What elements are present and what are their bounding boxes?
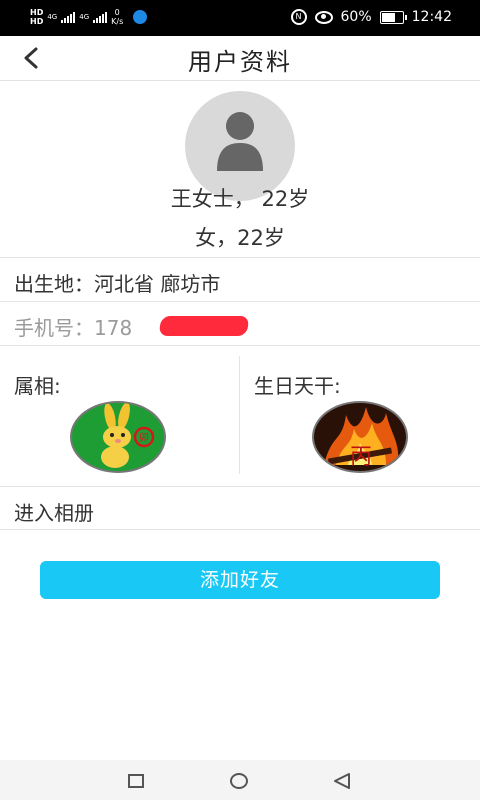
nav-back-icon[interactable]	[333, 772, 351, 790]
net-type-2: 4G	[79, 13, 90, 21]
heavenly-stem-char: 丙	[350, 445, 373, 470]
signal-bars-icon	[61, 11, 76, 23]
battery-percent: 60%	[340, 9, 372, 25]
vertical-divider	[239, 356, 240, 474]
app-notification-icon	[133, 10, 148, 24]
system-nav-bar	[0, 760, 480, 800]
divider	[0, 486, 480, 487]
heavenly-stem-fire-image: 丙	[312, 401, 408, 473]
zodiac-label: 属相:	[14, 374, 61, 398]
net-type-1: 4G	[47, 13, 58, 21]
nfc-icon: N	[290, 9, 307, 25]
clock: 12:42	[411, 9, 452, 25]
net-speed: 0 K/s	[111, 8, 124, 26]
phone-label: 手机号：	[14, 316, 94, 340]
divider	[0, 345, 480, 346]
signal-bars-icon-2	[93, 11, 108, 23]
eye-comfort-icon	[314, 10, 333, 24]
divider	[0, 301, 480, 302]
divider	[0, 257, 480, 258]
open-album-link[interactable]: 进入相册	[14, 497, 94, 526]
status-left: HD HD 4G 4G 0 K/s	[30, 8, 148, 26]
add-friend-button[interactable]: 添加好友	[40, 561, 440, 599]
user-silhouette-icon	[217, 112, 263, 171]
heavenly-stem-label: 生日天干:	[254, 374, 341, 398]
phone-redaction	[158, 316, 250, 336]
status-bar: HD HD 4G 4G 0 K/s N 60% 12:42	[0, 0, 480, 36]
recent-apps-icon[interactable]	[128, 774, 144, 788]
battery-icon	[379, 10, 407, 24]
page-title: 用户资料	[188, 48, 292, 76]
sex-age-text: 女，22岁	[195, 226, 285, 250]
rabbit-zodiac-icon: 卯	[70, 401, 166, 473]
title-bar: 用户资料	[0, 36, 480, 81]
phone-prefix: 178	[94, 316, 133, 340]
hd-top-label: HD	[30, 8, 44, 17]
status-right: N 60% 12:42	[290, 9, 452, 25]
svg-text:卯: 卯	[139, 432, 149, 444]
birthplace-text: 出生地：河北省 廊坊市	[14, 272, 221, 296]
divider	[0, 529, 480, 530]
hd-bottom-label: HD	[30, 17, 44, 26]
home-icon[interactable]	[230, 773, 248, 789]
name-age-text: 王女士， 22岁	[170, 187, 310, 211]
